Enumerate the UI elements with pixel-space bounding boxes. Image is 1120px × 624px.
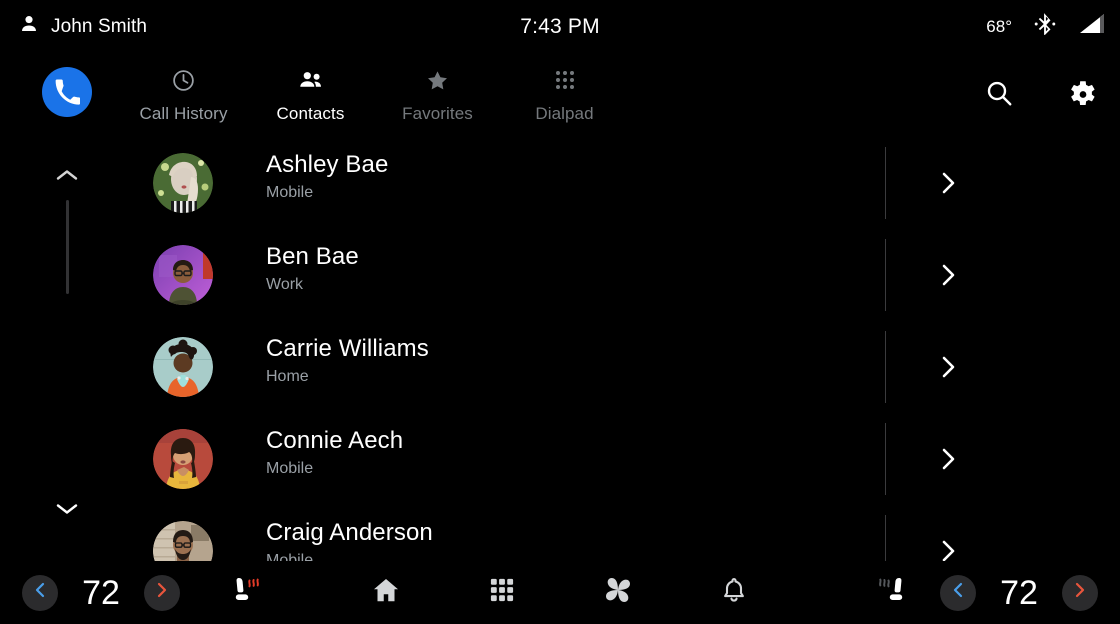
passenger-seat-heater-button[interactable]: [874, 561, 908, 624]
passenger-temperature: 72: [1000, 573, 1038, 612]
apps-button[interactable]: [480, 571, 524, 615]
passenger-temp-increase-button[interactable]: [1062, 574, 1098, 611]
row-divider: [885, 331, 886, 403]
chevron-right-icon[interactable]: [936, 538, 960, 561]
tab-label-dialpad: Dialpad: [535, 103, 594, 123]
clock: 7:43 PM: [520, 14, 600, 38]
bell-icon: [720, 576, 748, 609]
contact-type: Work: [266, 276, 304, 293]
contact-texts: Carrie Williams Home: [266, 334, 429, 388]
chevron-right-icon[interactable]: [936, 170, 960, 201]
tab-dialpad[interactable]: Dialpad: [501, 53, 628, 137]
contact-type: Mobile: [266, 184, 314, 201]
chevron-right-icon: [1072, 581, 1088, 604]
star-icon: [425, 68, 450, 98]
climate-fan-icon: [602, 574, 634, 611]
contact-type: Mobile: [266, 552, 314, 561]
contact-name: Connie Aech: [266, 427, 404, 454]
chevron-right-icon[interactable]: [936, 262, 960, 293]
apps-grid-icon: [488, 576, 516, 609]
contact-name: Ben Bae: [266, 243, 359, 270]
contact-row[interactable]: Ashley Bae Mobile: [0, 137, 1120, 229]
tab-label-contacts: Contacts: [276, 104, 345, 123]
contact-type: Home: [266, 368, 309, 385]
home-button[interactable]: [364, 571, 408, 615]
clock-icon: [171, 68, 196, 98]
avatar: [153, 153, 213, 213]
status-bar-indicators: 68°: [986, 0, 1106, 53]
status-bar: John Smith 7:43 PM 68°: [0, 0, 1120, 53]
contact-row[interactable]: Carrie Williams Home: [0, 321, 1120, 413]
avatar: [153, 521, 213, 561]
avatar: [153, 429, 213, 489]
passenger-temp-decrease-button[interactable]: [940, 574, 976, 611]
tab-label-favorites: Favorites: [402, 104, 473, 123]
home-icon: [371, 575, 401, 610]
contact-row[interactable]: Connie Aech Mobile: [0, 413, 1120, 505]
outside-temperature: 68°: [986, 16, 1012, 36]
contacts-list[interactable]: Ashley Bae Mobile Ben Bae Work Carrie Wi…: [0, 137, 1120, 561]
tab-label-call-history: Call History: [139, 104, 228, 123]
avatar: [153, 245, 213, 305]
contact-name: Ashley Bae: [266, 151, 389, 178]
heated-seat-icon: [874, 574, 908, 611]
app-tab-bar: Call History Contacts Favorites Dialpad: [0, 53, 1120, 137]
tabs-container: Call History Contacts Favorites Dialpad: [120, 53, 628, 137]
signal-bars-icon: [1078, 12, 1106, 41]
search-icon[interactable]: [984, 78, 1014, 113]
contact-name: Craig Anderson: [266, 519, 433, 546]
contact-row[interactable]: Craig Anderson Mobile: [0, 505, 1120, 561]
bluetooth-icon: [1034, 11, 1056, 42]
app-bar-actions: [984, 53, 1098, 137]
tab-favorites[interactable]: Favorites: [374, 53, 501, 137]
notifications-button[interactable]: [712, 571, 756, 615]
row-divider: [885, 515, 886, 561]
contact-type: Mobile: [266, 460, 314, 477]
row-divider: [885, 147, 886, 219]
climate-button[interactable]: [596, 571, 640, 615]
contact-texts: Connie Aech Mobile: [266, 426, 403, 480]
people-icon: [298, 68, 324, 98]
contact-texts: Craig Anderson Mobile: [266, 518, 433, 561]
phone-app-icon[interactable]: [42, 67, 92, 117]
bottom-navigation-bar: 72 72: [0, 561, 1120, 624]
contact-texts: Ben Bae Work: [266, 242, 359, 296]
chevron-right-icon[interactable]: [936, 446, 960, 477]
row-divider: [885, 239, 886, 311]
tab-call-history[interactable]: Call History: [120, 53, 247, 137]
avatar: [153, 337, 213, 397]
tab-contacts[interactable]: Contacts: [247, 53, 374, 137]
gear-icon[interactable]: [1066, 77, 1098, 114]
row-divider: [885, 423, 886, 495]
contact-row[interactable]: Ben Bae Work: [0, 229, 1120, 321]
contact-texts: Ashley Bae Mobile: [266, 150, 388, 204]
chevron-left-icon: [950, 581, 966, 604]
passenger-climate-control: 72: [940, 561, 1098, 624]
contact-name: Carrie Williams: [266, 335, 429, 362]
chevron-right-icon[interactable]: [936, 354, 960, 385]
dialpad-icon: [553, 69, 577, 98]
